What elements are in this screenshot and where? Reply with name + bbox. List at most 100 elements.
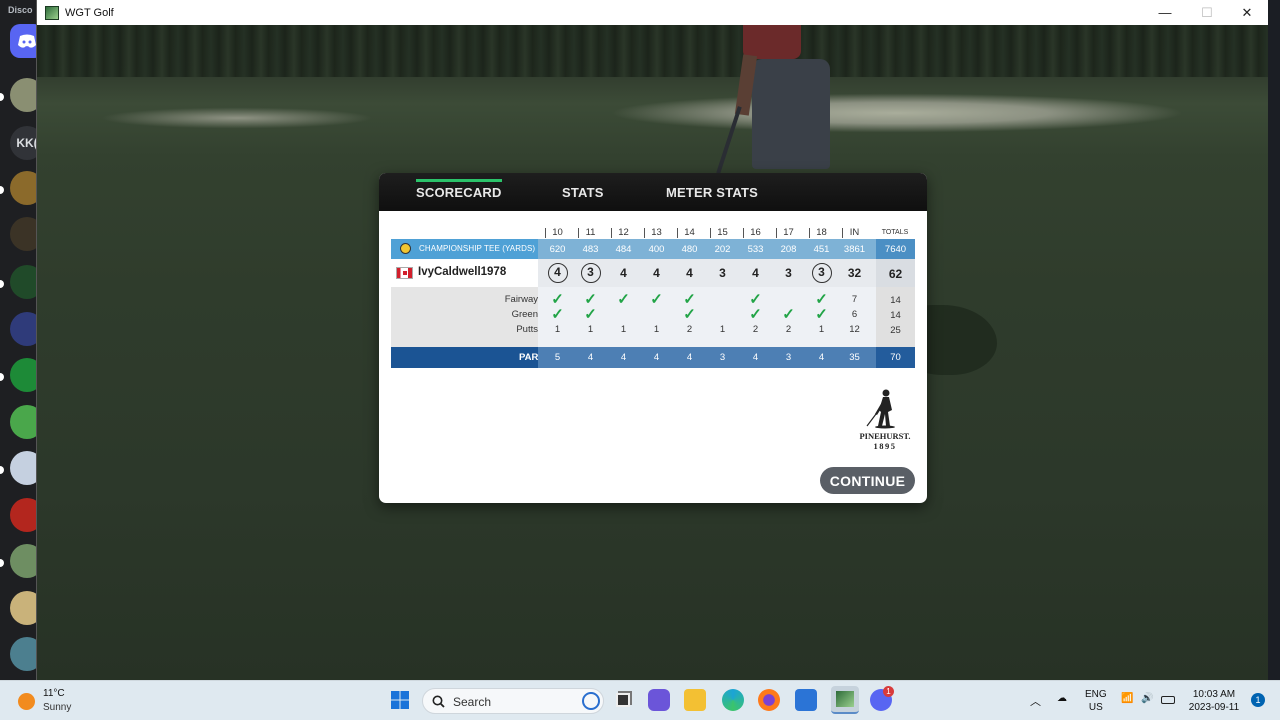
column-divider	[644, 228, 645, 238]
wifi-icon[interactable]: 📶	[1121, 693, 1133, 704]
hole-score: 3	[772, 263, 805, 283]
stat-value: 1	[554, 324, 561, 335]
column-divider	[809, 228, 810, 238]
tee-row: CHAMPIONSHIP TEE (YARDS) 620 483 484 400 480…	[391, 239, 915, 259]
par-value: 3	[719, 352, 726, 363]
checkmark-icon: ✓	[683, 306, 696, 323]
notification-badge[interactable]: 1	[1251, 693, 1265, 707]
teams-chat-icon[interactable]	[648, 689, 670, 711]
birdie-score: 3	[580, 263, 601, 283]
tab-meter-stats[interactable]: METER STATS	[666, 173, 758, 211]
unread-indicator	[0, 186, 4, 194]
hole-score: 3	[574, 263, 607, 283]
stat-value: 1	[818, 324, 825, 335]
par-value: 4	[752, 352, 759, 363]
hole-score: 4	[607, 263, 640, 283]
column-divider	[710, 228, 711, 238]
par-value: 3	[785, 352, 792, 363]
par-value: 5	[554, 352, 561, 363]
task-view-icon[interactable]	[612, 689, 634, 711]
unread-indicator	[0, 559, 4, 567]
tee-yardage: 533	[747, 244, 764, 255]
minimize-button[interactable]: —	[1145, 0, 1185, 25]
scorecard-dialog: SCORECARD STATS METER STATS 10 11 12 13 14 15…	[379, 173, 927, 503]
column-divider	[578, 228, 579, 238]
column-divider	[743, 228, 744, 238]
stat-total: 14	[890, 310, 901, 321]
par-value: 4	[686, 352, 693, 363]
hole-score: 32	[838, 263, 871, 283]
golfer-shirt	[743, 25, 801, 59]
search-placeholder: Search	[453, 695, 492, 709]
stat-in-total: 6	[851, 309, 858, 320]
onedrive-cloud-icon[interactable]: ☁	[1057, 693, 1067, 704]
score-value: 32	[847, 266, 862, 280]
birdie-score: 4	[547, 263, 568, 283]
clock-time: 10:03 AM	[1192, 689, 1236, 700]
close-button[interactable]: ✕	[1227, 0, 1267, 25]
stat-value: 2	[686, 324, 693, 335]
edge-browser-icon[interactable]	[722, 689, 744, 711]
weather-temperature[interactable]: 11°C	[43, 688, 65, 699]
stat-total: 25	[890, 325, 901, 336]
checkmark-icon: ✓	[584, 291, 597, 308]
taskbar-search-box[interactable]: Search	[422, 688, 604, 714]
unread-indicator	[0, 373, 4, 381]
battery-icon[interactable]	[1161, 693, 1175, 704]
logo-year: 1895	[873, 441, 897, 451]
stat-value: 1	[620, 324, 627, 335]
tab-scorecard[interactable]: SCORECARD	[416, 173, 502, 211]
checkmark-icon: ✓	[815, 306, 828, 323]
hole-score: 4	[739, 263, 772, 283]
wgt-golf-taskbar-icon[interactable]	[831, 686, 859, 714]
golfer-figure	[752, 59, 830, 169]
bing-icon[interactable]	[582, 692, 600, 710]
discord-sidebar: Disco KK(	[0, 0, 44, 680]
windows-start-icon[interactable]	[389, 689, 411, 711]
checkmark-icon: ✓	[749, 291, 762, 308]
language-indicator[interactable]: ENG US	[1085, 688, 1107, 714]
microsoft-store-icon[interactable]	[795, 689, 817, 711]
file-explorer-icon[interactable]	[684, 689, 706, 711]
speaker-icon[interactable]: 🔊	[1141, 693, 1153, 704]
tab-stats[interactable]: STATS	[562, 173, 604, 211]
tee-marker-icon	[400, 243, 411, 254]
score-value: 3	[785, 266, 792, 280]
par-label: PAR	[519, 352, 539, 363]
stat-value: 2	[752, 324, 759, 335]
chevron-up-icon[interactable]: ︿	[1030, 693, 1041, 709]
canada-flag-icon	[396, 267, 413, 279]
checkmark-icon: ✓	[551, 291, 564, 308]
clock-date: 2023-09-11	[1188, 702, 1240, 713]
tee-yardage: 483	[582, 244, 599, 255]
stat-value: 1	[719, 324, 726, 335]
score-value: 4	[620, 266, 627, 280]
tee-yardage: 400	[648, 244, 665, 255]
sun-icon[interactable]	[18, 693, 35, 710]
unread-indicator	[0, 280, 4, 288]
stat-label: Fairway	[504, 294, 538, 305]
hole-score: 3	[706, 263, 739, 283]
language-code: ENG	[1085, 689, 1107, 700]
stat-label: Green	[511, 309, 538, 320]
unread-indicator	[0, 466, 4, 474]
hole-score: 3	[805, 263, 838, 283]
checkmark-icon: ✓	[782, 306, 795, 323]
par-total: 70	[890, 352, 901, 363]
unread-indicator	[0, 93, 4, 101]
weather-condition[interactable]: Sunny	[43, 702, 71, 713]
firefox-icon[interactable]	[758, 689, 780, 711]
stat-value: 1	[587, 324, 594, 335]
maximize-button[interactable]: ☐	[1187, 0, 1227, 25]
par-row: PAR 5 4 4 4 4 3 4 3 4 35 70	[391, 347, 915, 368]
tee-yardage: 208	[780, 244, 797, 255]
clock[interactable]: 10:03 AM 2023-09-11	[1186, 688, 1242, 714]
column-divider	[842, 228, 843, 238]
birdie-score: 3	[811, 263, 832, 283]
par-value: 4	[818, 352, 825, 363]
tab-bar: SCORECARD STATS METER STATS	[379, 173, 927, 211]
title-bar[interactable]: WGT Golf — ☐ ✕	[37, 0, 1268, 25]
discord-logo-icon	[18, 34, 36, 48]
par-value: 35	[849, 352, 860, 363]
continue-button[interactable]: CONTINUE	[820, 467, 915, 494]
